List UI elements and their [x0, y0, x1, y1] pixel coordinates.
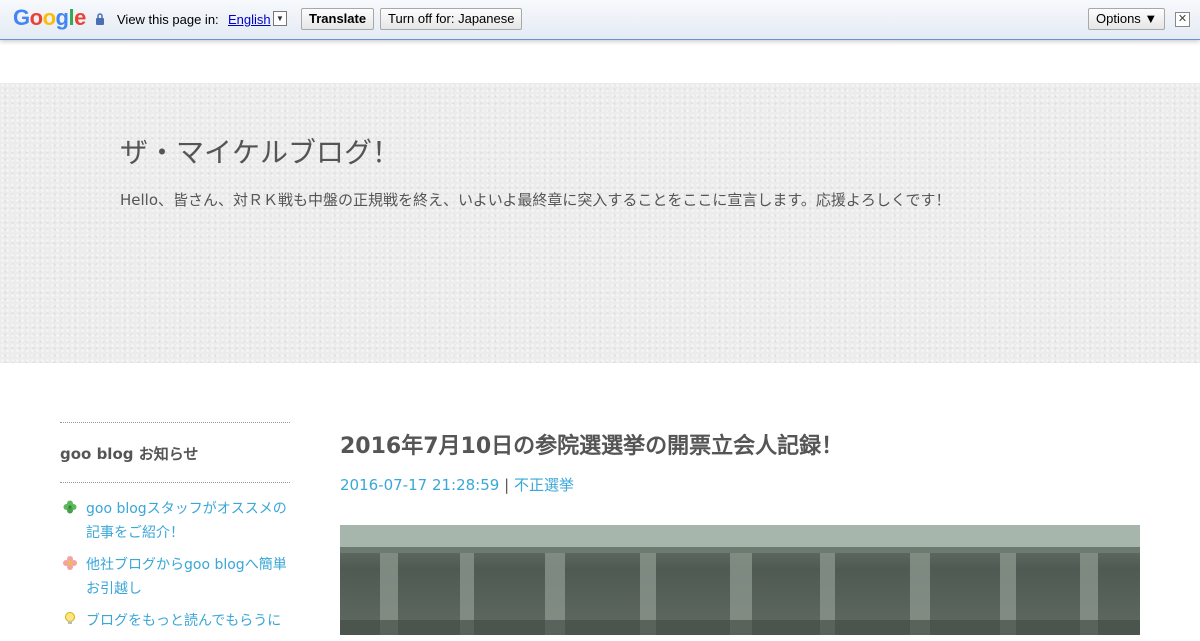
- sidebar-notice-list: goo blogスタッフがオススメの記事をご紹介！ 他社ブログからgoo blo…: [60, 497, 290, 633]
- view-page-label: View this page in:: [117, 12, 219, 27]
- post-image: [340, 525, 1140, 635]
- post-category-link[interactable]: 不正選挙: [514, 476, 574, 494]
- post-meta: 2016-07-17 21:28:59 | 不正選挙: [340, 474, 1140, 495]
- close-icon[interactable]: ✕: [1175, 12, 1190, 27]
- translate-bar: Google View this page in: English ▼ Tran…: [0, 0, 1200, 40]
- list-item: goo blogスタッフがオススメの記事をご紹介！: [60, 497, 290, 545]
- sidebar-link-recommend[interactable]: goo blogスタッフがオススメの記事をご紹介！: [86, 501, 287, 541]
- list-item: 他社ブログからgoo blogへ簡単お引越し: [60, 553, 290, 601]
- google-logo: Google: [13, 5, 86, 30]
- post-photo: [340, 525, 1140, 635]
- post-date-link[interactable]: 2016-07-17 21:28:59: [340, 476, 499, 494]
- language-dropdown-icon[interactable]: ▼: [273, 11, 287, 26]
- clover-icon: [63, 500, 77, 514]
- lightbulb-icon: [65, 612, 75, 624]
- lock-icon: [96, 13, 104, 25]
- blog-title[interactable]: ザ・マイケルブログ！: [120, 131, 400, 171]
- post-title[interactable]: 2016年7月10日の参院選選挙の開票立会人記録！: [340, 428, 1140, 460]
- blog-header: ザ・マイケルブログ！ Hello、皆さん、対ＲＫ戦も中盤の正規戦を終え、いよいよ…: [0, 83, 1200, 363]
- language-select[interactable]: English: [228, 12, 271, 27]
- flower-icon: [63, 556, 77, 570]
- sidebar-link-move[interactable]: 他社ブログからgoo blogへ簡単お引越し: [86, 557, 287, 597]
- main-content: 2016年7月10日の参院選選挙の開票立会人記録！ 2016-07-17 21:…: [340, 420, 1140, 635]
- sidebar-link-read-more[interactable]: ブログをもっと読んでもらうに: [86, 613, 281, 629]
- turn-off-button[interactable]: Turn off for: Japanese: [380, 8, 523, 30]
- options-button[interactable]: Options ▼: [1088, 8, 1166, 30]
- list-item: ブログをもっと読んでもらうに: [60, 609, 290, 633]
- meta-separator: |: [504, 476, 510, 494]
- sidebar-heading: goo blog お知らせ: [60, 422, 290, 483]
- sidebar: goo blog お知らせ goo blogスタッフがオススメの記事をご紹介！ …: [60, 422, 290, 641]
- blog-description: Hello、皆さん、対ＲＫ戦も中盤の正規戦を終え、いよいよ最終章に突入することを…: [120, 191, 951, 209]
- translate-button[interactable]: Translate: [301, 8, 375, 30]
